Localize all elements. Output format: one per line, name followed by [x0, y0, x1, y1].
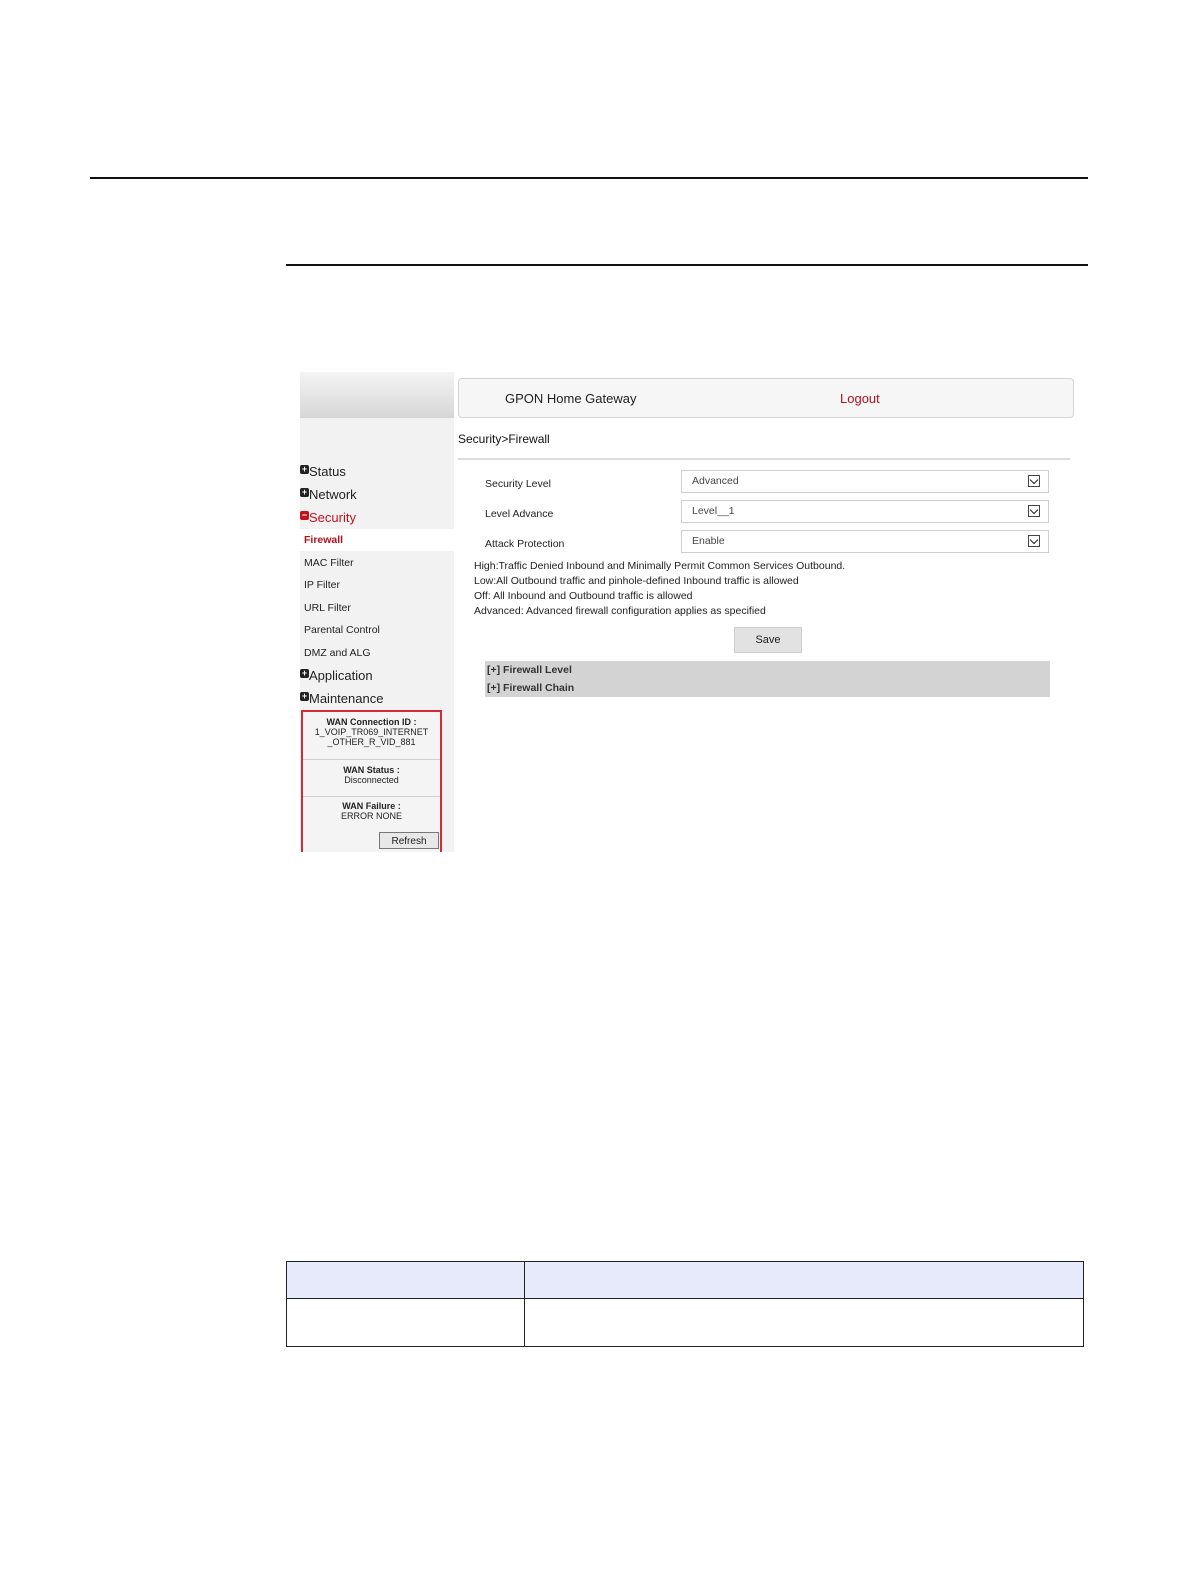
sidebar-item-label: Application — [309, 668, 373, 683]
attack-protection-label: Attack Protection — [485, 538, 565, 550]
wan-connection: WAN Connection ID : 1_VOIP_TR069_INTERNE… — [303, 717, 440, 747]
table-header-row — [287, 1262, 1083, 1299]
expand-icon: + — [300, 668, 309, 678]
desc-high: High:Traffic Denied Inbound and Minimall… — [474, 560, 846, 572]
sidebar-item-status[interactable]: + Status — [300, 464, 346, 479]
wan-status-panel: WAN Connection ID : 1_VOIP_TR069_INTERNE… — [301, 710, 442, 852]
select-value: Advanced — [692, 475, 739, 487]
sidebar-sub-url-filter[interactable]: URL Filter — [300, 597, 454, 619]
sidebar-item-network[interactable]: + Network — [300, 487, 357, 502]
sidebar-item-security[interactable]: − Security — [300, 510, 356, 525]
logout-link[interactable]: Logout — [840, 391, 880, 406]
security-level-select[interactable]: Advanced — [681, 470, 1049, 493]
wan-status-label: WAN Status : — [343, 765, 400, 775]
sidebar-item-label: Network — [309, 487, 357, 502]
expand-icon: + — [300, 464, 309, 474]
firewall-panel: [+] Firewall Level [+] Firewall Chain — [485, 661, 1050, 697]
firewall-chain-toggle[interactable]: [+] Firewall Chain — [487, 682, 574, 694]
wan-failure-value: ERROR NONE — [340, 811, 402, 821]
wan-failure-label: WAN Failure : — [342, 801, 401, 811]
level-advance-select[interactable]: Level__1 — [681, 500, 1049, 523]
page-top-rule — [90, 177, 1088, 179]
desc-low: Low:All Outbound traffic and pinhole-def… — [474, 575, 799, 587]
save-button[interactable]: Save — [734, 627, 802, 653]
attack-protection-select[interactable]: Enable — [681, 530, 1049, 553]
chevron-down-icon — [1028, 475, 1040, 487]
sidebar-sub-ip-filter[interactable]: IP Filter — [300, 574, 454, 596]
sidebar-item-application[interactable]: + Application — [300, 668, 373, 683]
sidebar-header — [300, 372, 454, 418]
wan-status-value: Disconnected — [344, 775, 399, 785]
sidebar-item-label: Security — [309, 510, 356, 525]
level-advance-label: Level Advance — [485, 508, 554, 520]
wan-failure: WAN Failure : ERROR NONE — [303, 801, 440, 821]
parameter-table — [286, 1261, 1084, 1347]
firewall-level-toggle[interactable]: [+] Firewall Level — [487, 664, 572, 676]
expand-icon: + — [300, 691, 309, 701]
sidebar-sub-dmz-alg[interactable]: DMZ and ALG — [300, 642, 454, 664]
wan-connection-line1: 1_VOIP_TR069_INTERNET — [314, 727, 429, 737]
gateway-screenshot: + Status + Network − Security Firewall MAC … — [300, 372, 1074, 852]
sidebar-sub-mac-filter[interactable]: MAC Filter — [300, 552, 454, 574]
sidebar-item-label: Maintenance — [309, 691, 384, 706]
select-value: Enable — [692, 535, 725, 547]
breadcrumb-divider — [458, 458, 1070, 460]
sidebar-sub-firewall[interactable]: Firewall — [300, 529, 454, 551]
refresh-button[interactable]: Refresh — [379, 832, 439, 849]
wan-connection-line2: _OTHER_R_VID_881 — [327, 737, 416, 747]
sidebar-sub-parental-control[interactable]: Parental Control — [300, 619, 454, 641]
gateway-header: GPON Home Gateway Logout — [458, 378, 1074, 418]
wan-connection-label: WAN Connection ID : — [326, 717, 417, 727]
security-level-label: Security Level — [485, 478, 551, 490]
expand-icon: + — [300, 487, 309, 497]
select-value: Level__1 — [692, 505, 735, 517]
chevron-down-icon — [1028, 535, 1040, 547]
collapse-icon: − — [300, 510, 309, 520]
desc-advanced: Advanced: Advanced firewall configuratio… — [474, 605, 766, 617]
breadcrumb: Security>Firewall — [458, 432, 550, 446]
wan-status: WAN Status : Disconnected — [303, 765, 440, 785]
chevron-down-icon — [1028, 505, 1040, 517]
gateway-title: GPON Home Gateway — [505, 391, 637, 406]
sidebar-item-label: Status — [309, 464, 346, 479]
divider — [303, 796, 440, 797]
divider — [303, 759, 440, 760]
desc-off: Off: All Inbound and Outbound traffic is… — [474, 590, 693, 602]
sidebar-item-maintenance[interactable]: + Maintenance — [300, 691, 383, 706]
sidebar: + Status + Network − Security Firewall MAC … — [300, 372, 454, 852]
section-rule — [286, 264, 1088, 266]
table-column-divider — [524, 1262, 525, 1346]
